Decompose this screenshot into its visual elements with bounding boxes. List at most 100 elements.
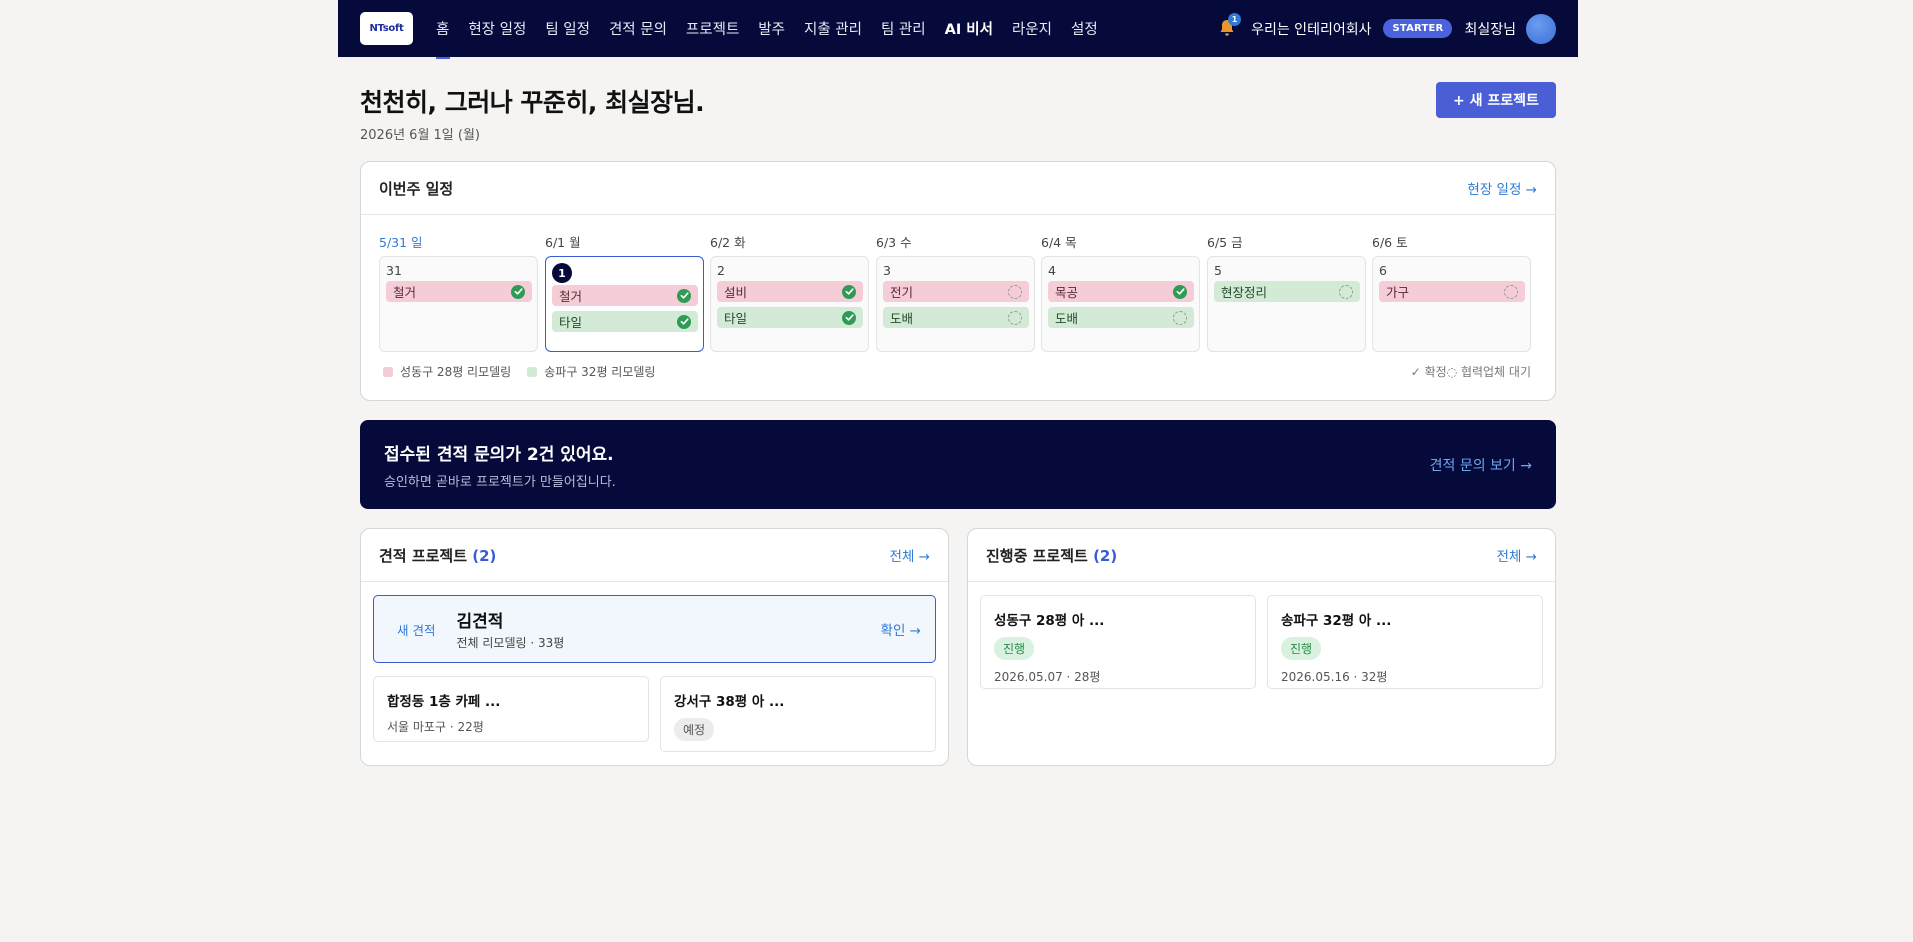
estimate-inquiry-banner: 접수된 견적 문의가 2건 있어요. 승인하면 곧바로 프로젝트가 만들어집니다… [360, 420, 1556, 509]
in-progress-projects-header: 진행중 프로젝트 (2) 전체 → [968, 529, 1555, 582]
estimate-project-item[interactable]: 합정동 1층 카페 ... 서울 마포구 · 22평 [373, 676, 649, 742]
banner-subtitle: 승인하면 곧바로 프로젝트가 만들어집니다. [384, 474, 616, 490]
avatar[interactable] [1526, 13, 1556, 44]
day-label: 6/2 화 [710, 235, 746, 250]
day-cell[interactable]: 5 현장정리 [1207, 256, 1366, 352]
schedule-task[interactable]: 철거 [386, 281, 532, 302]
new-estimate-sub: 전체 리모델링 · 33평 [456, 636, 565, 650]
day-label: 6/4 목 [1041, 235, 1077, 250]
nav-item-orders[interactable]: 발주 [758, 18, 785, 39]
schedule-task[interactable]: 현장정리 [1214, 281, 1360, 302]
check-circle-icon [842, 284, 856, 299]
project-name: 강서구 38평 아 ... [674, 694, 785, 710]
pending-circle-icon [1504, 284, 1518, 299]
day-column: 5/31 일 31 철거 [379, 232, 538, 352]
nav-item-projects[interactable]: 프로젝트 [686, 18, 739, 39]
day-cell[interactable]: 2 설비타일 [710, 256, 869, 352]
day-cell[interactable]: 3 전기도배 [876, 256, 1035, 352]
new-project-button[interactable]: + 새 프로젝트 [1436, 82, 1556, 118]
day-cell[interactable]: 31 철거 [379, 256, 538, 352]
estimate-projects-title: 견적 프로젝트 (2) [379, 545, 496, 566]
day-number: 4 [1048, 263, 1056, 278]
notification-count-badge: 1 [1228, 12, 1242, 26]
pending-circle-icon [1008, 310, 1022, 325]
new-estimate-name: 김견적 [456, 612, 504, 632]
task-name: 현장정리 [1221, 285, 1268, 300]
in-progress-projects-title: 진행중 프로젝트 (2) [986, 545, 1117, 566]
week-schedule-card: 이번주 일정 현장 일정 → 5/31 일 31 철거 6/1 월 1 철거 타일 6/2 화… [360, 161, 1556, 401]
pending-circle-icon [1008, 284, 1022, 299]
task-name: 타일 [559, 315, 583, 330]
day-label: 5/31 일 [379, 235, 423, 250]
nav-item-expenses[interactable]: 지출 관리 [804, 18, 862, 39]
project-sub: 서울 마포구 · 22평 [387, 720, 484, 734]
nav-item-site-schedule[interactable]: 현장 일정 [468, 18, 526, 39]
in-progress-project-item[interactable]: 송파구 32평 아 ... 진행 2026.05.16 · 32평 [1267, 595, 1543, 689]
nav-item-ai-assistant[interactable]: AI 비서 [945, 18, 993, 39]
nav-item-team-schedule[interactable]: 팀 일정 [545, 18, 590, 39]
schedule-task[interactable]: 목공 [1048, 281, 1194, 302]
day-label: 6/6 토 [1372, 235, 1408, 250]
top-nav: NTsoft 홈 현장 일정 팀 일정 견적 문의 프로젝트 발주 지출 관리 … [338, 0, 1578, 57]
day-cell[interactable]: 1 철거타일 [545, 256, 704, 352]
schedule-task[interactable]: 도배 [883, 307, 1029, 328]
banner-text: 접수된 견적 문의가 2건 있어요. 승인하면 곧바로 프로젝트가 만들어집니다… [384, 440, 616, 490]
company-name[interactable]: 우리는 인테리어회사 [1251, 19, 1371, 39]
new-estimate-item[interactable]: 새 견적 김견적 전체 리모델링 · 33평 확인 → [373, 595, 936, 663]
in-progress-projects-card: 진행중 프로젝트 (2) 전체 → 성동구 28평 아 ... 진행 2026.… [967, 528, 1556, 766]
status-legend: ✓ 확정◌ 협력업체 대기 [1410, 365, 1531, 379]
check-circle-icon [842, 310, 856, 325]
estimate-project-item[interactable]: 강서구 38평 아 ... 예정 [660, 676, 936, 752]
active-nav-indicator [436, 57, 450, 59]
site-schedule-link[interactable]: 현장 일정 → [1467, 178, 1537, 198]
nav-item-home[interactable]: 홈 [436, 18, 449, 39]
day-column: 6/3 수 3 전기 도배 [876, 232, 1035, 352]
schedule-task[interactable]: 철거 [552, 285, 698, 306]
task-name: 설비 [724, 285, 748, 300]
legend-swatch [383, 366, 393, 377]
user-name[interactable]: 최실장님 [1464, 19, 1516, 39]
day-number: 3 [883, 263, 891, 278]
task-name: 철거 [559, 289, 583, 304]
day-cell[interactable]: 4 목공도배 [1041, 256, 1200, 352]
project-sub: 2026.05.07 · 28평 [994, 670, 1101, 684]
in-progress-projects-all-link[interactable]: 전체 → [1497, 545, 1537, 565]
nav-item-lounge[interactable]: 라운지 [1012, 18, 1052, 39]
task-name: 목공 [1055, 285, 1079, 300]
schedule-task[interactable]: 도배 [1048, 307, 1194, 328]
nav-item-team[interactable]: 팀 관리 [881, 18, 926, 39]
logo[interactable]: NTsoft [360, 12, 413, 45]
week-days: 5/31 일 31 철거 6/1 월 1 철거 타일 6/2 화 2 설비 타일 6/3 수 3 전기 도배… [379, 232, 1537, 372]
nav-item-settings[interactable]: 설정 [1071, 18, 1098, 39]
schedule-task[interactable]: 타일 [717, 307, 863, 328]
week-schedule-title: 이번주 일정 [379, 179, 454, 198]
confirm-estimate-link[interactable]: 확인 → [881, 619, 921, 639]
day-number: 2 [717, 263, 725, 278]
in-progress-projects-count: (2) [1093, 546, 1118, 565]
legend-item: 성동구 28평 리모델링 [383, 363, 511, 380]
task-name: 전기 [890, 285, 914, 300]
schedule-task[interactable]: 가구 [1379, 281, 1525, 302]
estimate-projects-title-text: 견적 프로젝트 [379, 546, 468, 565]
in-progress-project-item[interactable]: 성동구 28평 아 ... 진행 2026.05.07 · 28평 [980, 595, 1256, 689]
estimate-projects-header: 견적 프로젝트 (2) 전체 → [361, 529, 948, 582]
status-badge: 진행 [994, 637, 1035, 660]
check-circle-icon [1173, 284, 1187, 299]
notification-button[interactable]: 1 [1219, 12, 1242, 39]
schedule-task[interactable]: 전기 [883, 281, 1029, 302]
schedule-task[interactable]: 타일 [552, 311, 698, 332]
plan-badge: STARTER [1383, 19, 1453, 38]
day-cell[interactable]: 6 가구 [1372, 256, 1531, 352]
estimate-projects-all-link[interactable]: 전체 → [890, 545, 930, 565]
day-number: 1 [552, 263, 572, 283]
week-schedule-header: 이번주 일정 현장 일정 → [361, 162, 1555, 215]
project-name: 합정동 1층 카페 ... [387, 694, 501, 710]
schedule-task[interactable]: 설비 [717, 281, 863, 302]
day-number: 6 [1379, 263, 1387, 278]
view-inquiries-link[interactable]: 견적 문의 보기 → [1430, 455, 1532, 475]
nav-item-estimate-inquiry[interactable]: 견적 문의 [609, 18, 667, 39]
task-name: 도배 [1055, 311, 1079, 326]
legend-item: 송파구 32평 리모델링 [527, 363, 655, 380]
day-column: 6/5 금 5 현장정리 [1207, 232, 1366, 352]
task-name: 철거 [393, 285, 417, 300]
